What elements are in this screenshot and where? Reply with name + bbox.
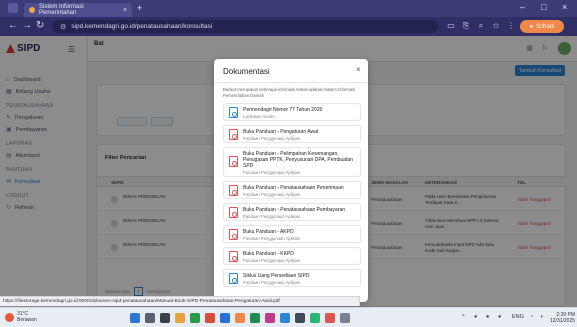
app-icon[interactable] bbox=[280, 313, 290, 323]
system-clock[interactable]: 2:39 PM 12/31/2025 bbox=[550, 312, 575, 324]
tab-title: Sistem Informasi Pemerintahan bbox=[39, 4, 84, 16]
forward-icon[interactable]: → bbox=[22, 20, 32, 31]
doc-item[interactable]: Buku Panduan - Penatausahaan Pembayaran … bbox=[223, 203, 361, 221]
app-icon[interactable] bbox=[295, 313, 305, 323]
weather-widget[interactable]: 31°C Berawan bbox=[5, 311, 37, 323]
tray-app-icon[interactable]: ● bbox=[498, 314, 501, 320]
translate-icon[interactable]: ⎘ bbox=[461, 21, 471, 31]
app-icon[interactable] bbox=[220, 313, 230, 323]
document-icon bbox=[229, 273, 238, 284]
status-link-preview: https://filestorage.kemendagri.go.id:900… bbox=[0, 296, 360, 306]
modal-description: Berikut merupakan beberapa informasi ter… bbox=[223, 87, 356, 98]
url-field[interactable]: ⚙ sipd.kemendagri.go.id/penatausahaan/ko… bbox=[52, 20, 438, 33]
close-window-icon[interactable]: × bbox=[562, 2, 567, 12]
app-icon[interactable] bbox=[205, 313, 215, 323]
pdf-icon bbox=[229, 185, 238, 196]
pdf-icon bbox=[229, 229, 238, 240]
maximize-icon[interactable]: □ bbox=[541, 2, 546, 12]
app-icon[interactable] bbox=[340, 313, 350, 323]
pdf-icon bbox=[229, 129, 238, 140]
pdf-icon bbox=[229, 251, 238, 262]
site-info-icon[interactable]: ⚙ bbox=[60, 23, 66, 31]
bookmark-icon[interactable]: ☆ bbox=[491, 21, 501, 31]
reload-icon[interactable]: ↻ bbox=[36, 20, 44, 31]
profile-avatar-icon: ● bbox=[529, 23, 534, 30]
tray-app-icon[interactable]: ● bbox=[486, 314, 489, 320]
documentation-modal: Dokumentasi × Berikut merupakan beberapa… bbox=[214, 59, 368, 302]
favicon-icon bbox=[29, 7, 35, 13]
new-tab-icon[interactable]: + bbox=[137, 3, 142, 13]
app-icon[interactable] bbox=[250, 313, 260, 323]
app-icon[interactable] bbox=[190, 313, 200, 323]
doc-item[interactable]: Buku Panduan - Penatausahaan Penerimaan … bbox=[223, 181, 361, 199]
url-text: sipd.kemendagri.go.id/penatausahaan/kons… bbox=[71, 23, 213, 30]
volume-icon[interactable]: ◖ bbox=[540, 314, 543, 320]
tab-menu-icon[interactable] bbox=[8, 3, 18, 13]
taskbar: 31°C Berawan ^ ● ● ● ENG ◔ ◖ 2:39 PM 12/31… bbox=[0, 307, 577, 327]
app-icon[interactable] bbox=[310, 313, 320, 323]
close-icon[interactable]: × bbox=[356, 65, 361, 74]
doc-item[interactable]: Permendagri Nomor 77 Tahun 2020 Landasan… bbox=[223, 103, 361, 121]
tab-close-icon[interactable]: × bbox=[123, 7, 127, 14]
task-view-icon[interactable] bbox=[160, 313, 170, 323]
doc-item[interactable]: Buku Panduan - KKPD Panduan Penggunaan A… bbox=[223, 247, 361, 265]
file-explorer-icon[interactable] bbox=[175, 313, 185, 323]
browser-tab[interactable]: Sistem Informasi Pemerintahan × bbox=[24, 3, 132, 17]
doc-item[interactable]: Buku Panduan - Pelimpahan Kewenangan, Pe… bbox=[223, 147, 361, 177]
extensions-icon[interactable]: ⋮ bbox=[506, 21, 516, 31]
pdf-icon bbox=[229, 156, 238, 167]
tray-chevron-icon[interactable]: ^ bbox=[462, 314, 465, 320]
weather-icon bbox=[5, 312, 14, 322]
chrome-icon[interactable] bbox=[235, 313, 245, 323]
modal-divider bbox=[214, 82, 368, 83]
wifi-icon[interactable]: ◔ bbox=[530, 314, 533, 320]
cast-icon[interactable]: ▭ bbox=[446, 21, 456, 31]
app-icon[interactable] bbox=[265, 313, 275, 323]
document-icon bbox=[229, 107, 238, 118]
address-bar: ← → ↻ ⚙ sipd.kemendagri.go.id/penatausah… bbox=[0, 17, 577, 36]
profile-button[interactable]: ● School bbox=[520, 20, 564, 33]
search-icon[interactable] bbox=[145, 313, 155, 323]
language-indicator[interactable]: ENG bbox=[512, 314, 524, 320]
start-icon[interactable] bbox=[130, 313, 140, 323]
doc-item[interactable]: Buku Panduan - AKPD Panduan Penggunaan A… bbox=[223, 225, 361, 243]
browser-tab-bar: Sistem Informasi Pemerintahan × + – □ × bbox=[0, 0, 577, 17]
modal-title: Dokumentasi bbox=[223, 67, 270, 76]
tray-app-icon[interactable]: ● bbox=[474, 314, 477, 320]
back-icon[interactable]: ← bbox=[8, 20, 18, 31]
minimize-icon[interactable]: – bbox=[520, 2, 525, 12]
zoom-icon[interactable]: ⌕ bbox=[476, 21, 486, 31]
doc-item[interactable]: Buku Panduan - Pengaturan Awal Panduan P… bbox=[223, 125, 361, 143]
app-icon[interactable] bbox=[325, 313, 335, 323]
doc-item[interactable]: Siklus Uang Persediaan SIPD Panduan Peng… bbox=[223, 269, 361, 287]
pdf-icon bbox=[229, 207, 238, 218]
